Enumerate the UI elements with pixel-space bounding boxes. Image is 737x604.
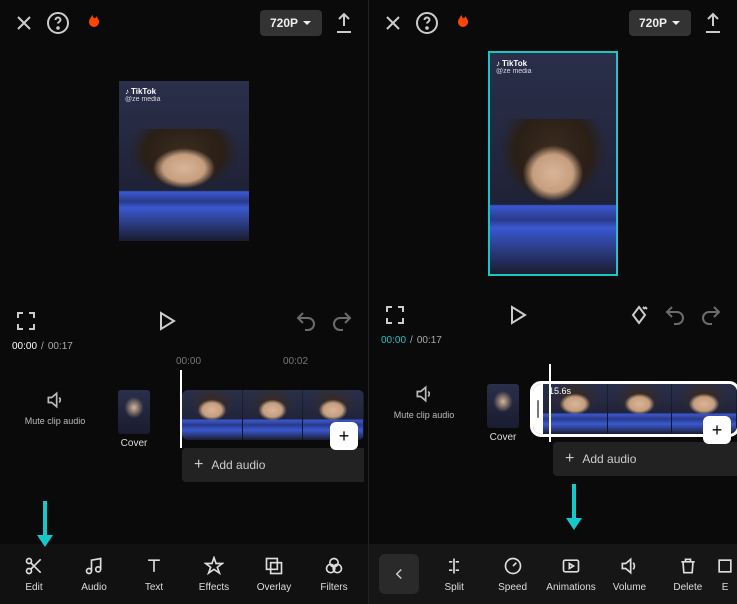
timeline[interactable]: 00:00 00:02 Mute clip audio Cover + xyxy=(0,356,368,506)
volume-icon xyxy=(619,556,639,576)
time-duration: 00:17 xyxy=(48,341,73,352)
speaker-icon xyxy=(45,390,65,410)
timeline[interactable]: Mute clip audio Cover 15.6s + + xyxy=(369,350,737,500)
chevron-left-icon xyxy=(390,565,408,583)
mute-label: Mute clip audio xyxy=(25,416,86,426)
close-icon[interactable] xyxy=(12,11,36,35)
tool-edit[interactable]: Edit xyxy=(4,556,64,593)
preview-area: ♪TikTok @ze media xyxy=(0,46,368,306)
add-audio-label: Add audio xyxy=(582,452,636,466)
cover-label: Cover xyxy=(490,432,517,443)
clip-handle-left[interactable] xyxy=(533,384,543,434)
gauge-icon xyxy=(503,556,523,576)
tick-label: 00:00 xyxy=(176,356,201,367)
cover-selector[interactable]: Cover xyxy=(479,364,527,443)
topbar: 720P xyxy=(0,0,368,46)
cover-thumbnail xyxy=(487,384,519,428)
add-audio-label: Add audio xyxy=(211,458,265,472)
export-icon[interactable] xyxy=(701,11,725,35)
playhead[interactable] xyxy=(549,364,551,442)
edit-toolbar: Split Speed Animations Volume Delete E xyxy=(369,544,737,604)
preview-clip-selected[interactable]: ♪TikTok @ze media xyxy=(488,51,618,276)
tool-more[interactable]: E xyxy=(717,556,733,593)
star-icon xyxy=(204,556,224,576)
resolution-label: 720P xyxy=(270,16,298,30)
resolution-label: 720P xyxy=(639,16,667,30)
trash-icon xyxy=(678,556,698,576)
tool-filters[interactable]: Filters xyxy=(304,556,364,593)
tool-delete[interactable]: Delete xyxy=(659,556,717,593)
watermark: ♪TikTok @ze media xyxy=(496,59,532,75)
music-note-icon xyxy=(84,556,104,576)
cover-label: Cover xyxy=(121,438,148,449)
resolution-selector[interactable]: 720P xyxy=(629,10,691,36)
resolution-selector[interactable]: 720P xyxy=(260,10,322,36)
text-icon xyxy=(144,556,164,576)
time-sep: / xyxy=(41,341,44,352)
back-button[interactable] xyxy=(379,554,419,594)
keyframe-icon[interactable] xyxy=(627,303,651,327)
tick-label: 00:02 xyxy=(283,356,308,367)
close-icon[interactable] xyxy=(381,11,405,35)
time-current: 00:00 xyxy=(381,335,406,346)
mute-clip-audio[interactable]: Mute clip audio xyxy=(369,364,479,420)
preview-controls xyxy=(0,306,368,336)
help-icon[interactable] xyxy=(415,11,439,35)
add-audio-button[interactable]: + Add audio xyxy=(182,448,364,482)
add-audio-button[interactable]: + Add audio xyxy=(553,442,737,476)
tool-animations[interactable]: Animations xyxy=(542,556,600,593)
time-sep: / xyxy=(410,335,413,346)
speaker-icon xyxy=(414,384,434,404)
add-clip-button[interactable]: + xyxy=(330,422,358,450)
editor-panel-edit-mode: 720P ♪TikTok @ze media xyxy=(368,0,737,604)
redo-icon[interactable] xyxy=(330,309,354,333)
timecode: 00:00 / 00:17 xyxy=(0,336,368,356)
add-clip-button[interactable]: + xyxy=(703,416,731,444)
flame-icon[interactable] xyxy=(449,11,473,35)
time-duration: 00:17 xyxy=(417,335,442,346)
undo-icon[interactable] xyxy=(663,303,687,327)
main-toolbar: Edit Audio Text Effects Overlay Filters xyxy=(0,544,368,604)
split-icon xyxy=(444,556,464,576)
tool-text[interactable]: Text xyxy=(124,556,184,593)
flame-icon[interactable] xyxy=(80,11,104,35)
playhead[interactable] xyxy=(180,370,182,448)
mute-clip-audio[interactable]: Mute clip audio xyxy=(0,370,110,426)
cover-selector[interactable]: Cover xyxy=(110,370,158,449)
timecode: 00:00 / 00:17 xyxy=(369,330,737,350)
overlay-icon xyxy=(264,556,284,576)
clip-duration-label: 15.6s xyxy=(549,386,571,396)
fullscreen-icon[interactable] xyxy=(14,309,38,333)
tool-split[interactable]: Split xyxy=(425,556,483,593)
preview-controls xyxy=(369,300,737,330)
generic-icon xyxy=(715,556,735,576)
scissors-icon xyxy=(24,556,44,576)
play-icon[interactable] xyxy=(154,309,178,333)
redo-icon[interactable] xyxy=(699,303,723,327)
fullscreen-icon[interactable] xyxy=(383,303,407,327)
cover-thumbnail xyxy=(118,390,150,434)
export-icon[interactable] xyxy=(332,11,356,35)
play-box-icon xyxy=(561,556,581,576)
topbar: 720P xyxy=(369,0,737,46)
tool-speed[interactable]: Speed xyxy=(483,556,541,593)
help-icon[interactable] xyxy=(46,11,70,35)
tool-volume[interactable]: Volume xyxy=(600,556,658,593)
preview-clip[interactable]: ♪TikTok @ze media xyxy=(119,81,249,241)
tool-effects[interactable]: Effects xyxy=(184,556,244,593)
play-icon[interactable] xyxy=(505,303,529,327)
watermark: ♪TikTok @ze media xyxy=(125,87,161,103)
tool-audio[interactable]: Audio xyxy=(64,556,124,593)
chevron-down-icon xyxy=(302,18,312,28)
time-current: 00:00 xyxy=(12,341,37,352)
mute-label: Mute clip audio xyxy=(394,410,455,420)
tool-overlay[interactable]: Overlay xyxy=(244,556,304,593)
chevron-down-icon xyxy=(671,18,681,28)
filters-icon xyxy=(324,556,344,576)
preview-area: ♪TikTok @ze media xyxy=(369,46,737,300)
undo-icon[interactable] xyxy=(294,309,318,333)
editor-panel-main: 720P ♪TikTok @ze media xyxy=(0,0,368,604)
